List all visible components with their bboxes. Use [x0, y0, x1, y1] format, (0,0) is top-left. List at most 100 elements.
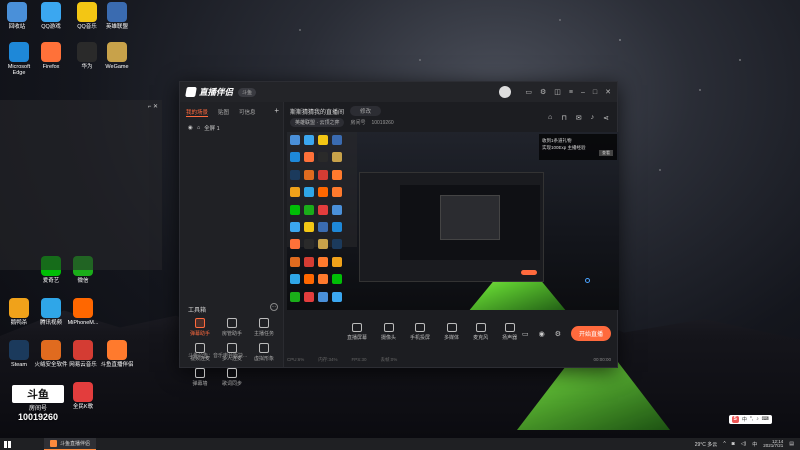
desktop-icon[interactable]: 回收站 [0, 2, 34, 30]
go-live-button[interactable]: 开始直播 [570, 326, 611, 341]
mail-icon[interactable]: ✉ [576, 114, 582, 122]
desktop-icon[interactable]: Microsoft Edge [2, 42, 36, 76]
notification-icon[interactable]: ▤ [789, 441, 794, 447]
desktop-icon[interactable]: QQ音乐 [70, 2, 104, 30]
category-pill[interactable]: 英雄联盟 · 云顶之弈 [290, 118, 345, 127]
menu-icon[interactable]: ≡ [569, 89, 573, 96]
settings-icon[interactable]: ⚙ [540, 88, 546, 96]
tool-icon [259, 318, 269, 328]
desktop-icon[interactable]: 英雄联盟 [100, 2, 134, 30]
chevron-up-icon[interactable]: ^ [723, 441, 725, 447]
desktop-icon[interactable]: WeGame [100, 42, 134, 70]
desktop-icon-label: 鹅鸭杀 [10, 320, 28, 326]
tool-item[interactable]: 房管助手 [216, 318, 248, 337]
message-icon[interactable]: ▭ [525, 88, 532, 96]
gift-icon[interactable]: ⌂ [548, 114, 552, 122]
weather[interactable]: 29°C 多云 [695, 441, 718, 448]
desktop-icon[interactable]: 全民K歌 [66, 382, 100, 410]
overlay-panel: ⌐ ✕ [0, 100, 162, 270]
desktop-icon-label: QQ音乐 [77, 24, 97, 30]
live-duration: 00:00:00 [593, 357, 611, 362]
source-toolbar: 直播屏幕 摄像头 手机投屏 多媒体 麦克风 扬声器 ▭ ◉ ⚙ 开始直播 [287, 318, 617, 346]
share-icon[interactable]: ⋖ [603, 114, 609, 122]
visibility-icon[interactable]: ◉ [188, 125, 193, 131]
tab-info[interactable]: 可信息 [239, 108, 256, 117]
desktop-icon-label: 网易云音乐 [69, 362, 97, 368]
minimize-icon[interactable]: – [581, 89, 585, 96]
lock-icon[interactable]: ⌂ [197, 125, 200, 131]
tool-item[interactable]: 歌词同步 [216, 368, 248, 387]
desktop-icon[interactable]: Firefox [34, 42, 68, 70]
source-button[interactable]: 扬声器 [502, 323, 517, 341]
desktop-icon[interactable]: 腾讯视频 [34, 298, 68, 326]
add-scene-icon[interactable]: + [274, 106, 279, 115]
desktop-icon-label: Microsoft Edge [7, 64, 31, 77]
settings-icon[interactable]: ⚙ [555, 330, 561, 338]
preview-icon [304, 239, 314, 250]
start-button[interactable] [0, 438, 14, 450]
ime-punct-icon[interactable]: °, [750, 416, 753, 423]
desktop-icon[interactable]: QQ游戏 [34, 2, 68, 30]
preview-icon [318, 169, 328, 180]
bell-icon[interactable]: ♪ [591, 114, 595, 122]
maximize-icon[interactable]: □ [593, 89, 597, 96]
skin-icon[interactable]: ◫ [554, 88, 561, 96]
close-icon[interactable]: ✕ [605, 88, 611, 96]
desktop-icon[interactable]: 斗鱼直播伴侣 [100, 340, 134, 368]
lock-icon[interactable]: ⊓ [561, 114, 566, 122]
desktop-icon[interactable]: 鹅鸭杀 [2, 298, 36, 326]
desktop-icon-label: 华为 [81, 64, 93, 70]
preview-icon [318, 135, 328, 145]
tool-item[interactable]: 虚拟形象 [248, 343, 280, 362]
toolbox-more-icon[interactable]: ⋯ [270, 303, 278, 311]
source-button[interactable]: 多媒体 [444, 323, 459, 341]
edit-title-button[interactable]: 修改 [350, 106, 382, 116]
tool-item[interactable]: 弹幕助手 [184, 318, 216, 337]
record-icon[interactable]: ▭ [522, 330, 529, 338]
app-icon [41, 298, 61, 318]
avatar[interactable] [499, 86, 512, 98]
desktop-icon[interactable]: Steam [2, 340, 36, 368]
desktop-icon[interactable]: 网易云音乐 [66, 340, 100, 368]
app-icon [73, 340, 93, 360]
tool-icon [227, 318, 237, 328]
overlay-panel-controls[interactable]: ⌐ ✕ [148, 103, 158, 110]
desktop-icon-label: 斗鱼直播伴侣 [100, 362, 134, 368]
desktop-icon-label: 微信 [77, 278, 89, 284]
source-buttons: 直播屏幕 摄像头 手机投屏 多媒体 麦克风 扬声器 [347, 323, 517, 341]
titlebar[interactable]: 直播伴侣 斗鱼 ▭ ⚙ ◫ ≡ – □ ✕ [180, 82, 617, 102]
clock[interactable]: 12:14 2021/7/21 [763, 439, 783, 449]
tab-stickers[interactable]: 贴图 [218, 108, 229, 117]
source-label: 麦克风 [473, 335, 489, 341]
ime-mic-icon[interactable]: ♪ [756, 416, 759, 423]
scene-item[interactable]: ◉ ⌂ 全屏 1 [180, 121, 283, 135]
network-icon[interactable]: ◙ [732, 441, 735, 447]
tab-scenes[interactable]: 我的场景 [186, 108, 209, 117]
announcement[interactable]: 斗鱼公告：音乐电台版块... [188, 352, 247, 359]
source-button[interactable]: 麦克风 [473, 323, 488, 341]
source-button[interactable]: 直播屏幕 [347, 323, 367, 341]
ime-toolbar[interactable]: S 中 °, ♪ ⌨ [728, 415, 772, 424]
taskbar-app-douyu[interactable]: 斗鱼直播伴侣 [44, 438, 97, 450]
tray-ime[interactable]: 中 [752, 441, 757, 448]
preview-icon [332, 274, 342, 285]
desktop-icon[interactable]: 华为 [70, 42, 104, 70]
app-icon [107, 340, 127, 360]
source-button[interactable]: 摄像头 [381, 323, 396, 341]
desktop-icon[interactable]: 火绒安全软件 [34, 340, 68, 368]
ime-keyboard-icon[interactable]: ⌨ [762, 416, 769, 423]
source-button[interactable]: 手机投屏 [410, 323, 430, 341]
tool-item[interactable]: 弹幕墙 [184, 368, 216, 387]
ime-lang[interactable]: 中 [742, 416, 747, 423]
banner-view-button[interactable]: 查看 [599, 149, 613, 156]
preview-icon [318, 256, 328, 267]
version-tag[interactable]: 斗鱼 [238, 87, 257, 97]
volume-icon[interactable]: ◁) [741, 441, 747, 447]
status-cpu: CPU:6% [287, 357, 305, 362]
desktop-icon-label: Firefox [42, 64, 60, 70]
eye-icon[interactable]: ◉ [539, 330, 545, 338]
preview-icon [290, 221, 300, 232]
stream-preview[interactable]: 收到1条道礼物 实现100Exp 主播经验 查看 [287, 132, 619, 310]
desktop-icon[interactable]: MiPhoneM... [66, 298, 100, 326]
tool-item[interactable]: 主播任务 [248, 318, 280, 337]
